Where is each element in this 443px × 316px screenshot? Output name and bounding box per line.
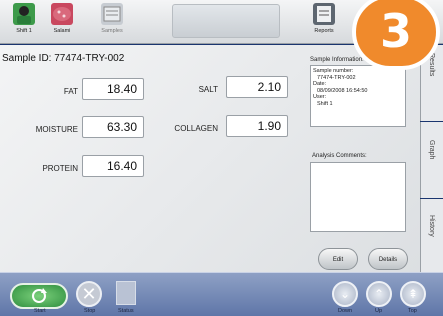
up-button[interactable]: ⌃ (366, 281, 392, 307)
moisture-label: MOISTURE (35, 125, 78, 134)
edit-button[interactable]: Edit (318, 248, 358, 270)
samples-icon (101, 3, 123, 25)
user-icon (13, 3, 35, 25)
sample-id-title: Sample ID: 77474-TRY-002 (2, 53, 125, 64)
double-chevron-up-icon: ⇞ (407, 287, 419, 301)
tab-graph-label: Graph (428, 140, 435, 160)
collagen-field[interactable]: 1.90 (226, 115, 288, 137)
tab-graph[interactable]: Graph (420, 122, 443, 198)
reports-label: Reports (314, 28, 334, 34)
chevron-down-icon: ⌄ (339, 287, 351, 301)
status-label: Status (118, 308, 134, 314)
tab-history[interactable]: History (420, 199, 443, 272)
sample-number-label: Sample number: (313, 68, 354, 74)
tab-history-label: History (428, 215, 435, 237)
collagen-label: COLLAGEN (174, 124, 218, 133)
shift-label: Shift 1 (16, 28, 32, 34)
step-badge: 3 (352, 0, 440, 70)
up-label: Up (375, 308, 383, 314)
chevron-up-icon: ⌃ (373, 287, 385, 301)
analysis-comments-field[interactable] (310, 162, 406, 232)
protein-field[interactable]: 16.40 (82, 155, 144, 177)
top-label: Top (408, 308, 417, 314)
start-button[interactable] (10, 283, 68, 309)
user-value: Shift 1 (317, 100, 333, 107)
protein-label: PROTEIN (42, 164, 78, 173)
reports-button[interactable]: Reports (304, 3, 344, 41)
start-label: Start (34, 308, 46, 314)
close-icon: ✕ (81, 284, 97, 304)
details-button[interactable]: Details (368, 248, 408, 270)
fat-label: FAT (63, 87, 78, 96)
status-indicator (116, 281, 136, 305)
toolbar-display (172, 4, 280, 38)
bottom-bar: Start ✕ Stop Status ⌄ Down ⌃ Up ⇞ Top (0, 272, 443, 316)
salt-label: SALT (198, 85, 218, 94)
product-button[interactable]: Salami (42, 3, 82, 41)
samples-button[interactable]: Samples (92, 3, 132, 41)
stop-label: Stop (84, 308, 96, 314)
samples-label: Samples (101, 28, 123, 34)
stop-button[interactable]: ✕ (76, 281, 102, 307)
reports-icon (313, 3, 335, 25)
analysis-comments-title: Analysis Comments: (312, 153, 367, 159)
fat-field[interactable]: 18.40 (82, 78, 144, 100)
down-label: Down (338, 308, 353, 314)
moisture-field[interactable]: 63.30 (82, 116, 144, 138)
salami-icon (51, 3, 73, 25)
sample-info-box: Sample number: 77474-TRY-002 Date: 08/09… (310, 65, 406, 127)
refresh-icon (32, 288, 47, 303)
main-panel: Sample ID: 77474-TRY-002 FAT 18.40 SALT … (0, 45, 420, 289)
top-button[interactable]: ⇞ (400, 281, 426, 307)
shift-button[interactable]: Shift 1 (4, 3, 44, 41)
product-label: Salami (53, 28, 71, 34)
down-button[interactable]: ⌄ (332, 281, 358, 307)
app-frame: Shift 1 Salami Samples Reports Sample ID… (0, 0, 443, 316)
salt-field[interactable]: 2.10 (226, 76, 288, 98)
